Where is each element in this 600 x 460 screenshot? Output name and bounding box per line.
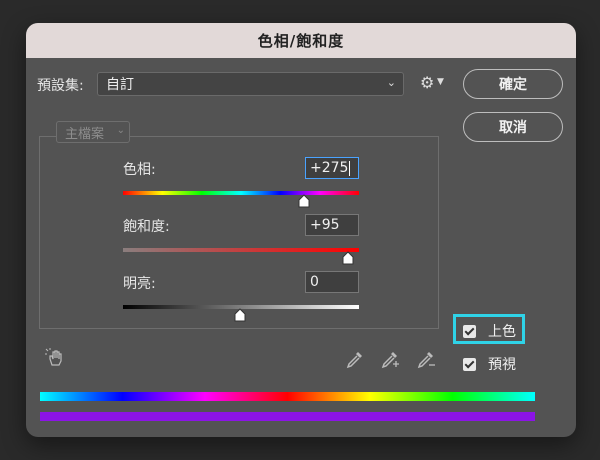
preset-label: 預設集: xyxy=(37,78,84,94)
cancel-button[interactable]: 取消 xyxy=(463,112,563,142)
preview-checkbox[interactable]: 預視 xyxy=(463,354,516,374)
dialog-title: 色相/飽和度 xyxy=(26,23,576,58)
hue-input[interactable]: +275 xyxy=(305,157,359,179)
channel-value: 主檔案 xyxy=(65,126,105,142)
lightness-value: 0 xyxy=(310,274,319,290)
eyedropper-minus-icon[interactable] xyxy=(416,349,436,369)
gear-icon[interactable]: ⚙ xyxy=(420,73,434,92)
hue-slider-track[interactable] xyxy=(123,191,359,195)
saturation-slider-thumb[interactable] xyxy=(341,251,355,265)
colorize-checkbox[interactable]: 上色 xyxy=(463,321,516,341)
lightness-label: 明亮: xyxy=(123,276,156,292)
hue-saturation-dialog: 色相/飽和度 預設集: 自訂 ⌄ ⚙ ▼ 確定 取消 主檔案 ⌄ 色相: +27… xyxy=(26,23,576,437)
hue-label: 色相: xyxy=(123,162,156,178)
lightness-input[interactable]: 0 xyxy=(305,271,359,293)
targeted-adjustment-hand-icon[interactable] xyxy=(45,347,65,367)
hue-value: +275 xyxy=(310,160,349,176)
saturation-value: +95 xyxy=(310,217,340,233)
eyedropper-icon[interactable] xyxy=(345,349,365,369)
input-color-bar xyxy=(40,392,535,401)
lightness-slider-thumb[interactable] xyxy=(233,308,247,322)
eyedropper-plus-icon[interactable] xyxy=(380,349,400,369)
checkmark-icon[interactable] xyxy=(463,357,476,371)
ok-button[interactable]: 確定 xyxy=(463,69,563,99)
chevron-down-icon: ⌄ xyxy=(386,76,396,89)
preset-value: 自訂 xyxy=(106,77,134,93)
saturation-slider-track[interactable] xyxy=(123,248,359,252)
adjustment-group xyxy=(39,136,439,329)
preview-label: 預視 xyxy=(488,357,516,373)
hue-slider-thumb[interactable] xyxy=(297,194,311,208)
chevron-down-icon[interactable]: ▼ xyxy=(437,77,444,87)
output-color-bar xyxy=(40,412,535,421)
checkmark-icon[interactable] xyxy=(463,324,476,338)
channel-dropdown[interactable]: 主檔案 ⌄ xyxy=(56,121,130,143)
saturation-input[interactable]: +95 xyxy=(305,214,359,236)
chevron-down-icon: ⌄ xyxy=(116,125,125,136)
preset-dropdown[interactable]: 自訂 ⌄ xyxy=(97,72,404,96)
saturation-label: 飽和度: xyxy=(123,219,170,235)
colorize-label: 上色 xyxy=(488,324,516,340)
